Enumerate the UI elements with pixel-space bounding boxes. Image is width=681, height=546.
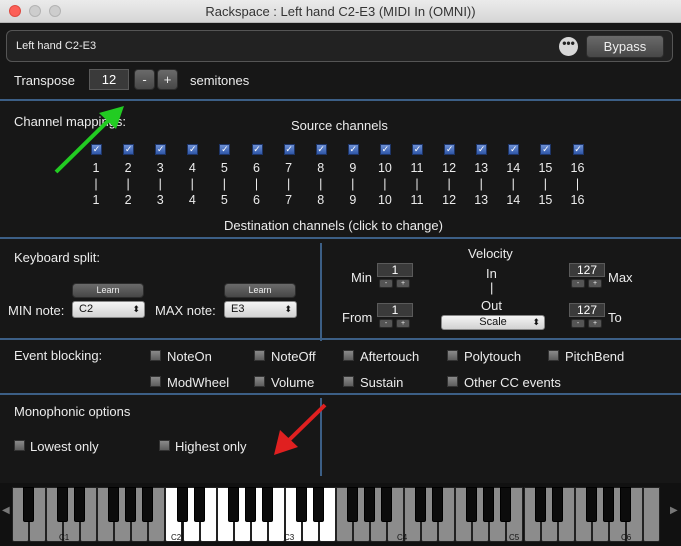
black-key[interactable] xyxy=(602,487,614,522)
black-key[interactable] xyxy=(415,487,427,522)
black-key[interactable] xyxy=(534,487,546,522)
octave-label: C1 xyxy=(59,533,70,542)
green-arrow-icon xyxy=(54,106,124,174)
black-key[interactable] xyxy=(619,487,631,522)
annotation-arrows xyxy=(54,106,327,455)
black-key[interactable] xyxy=(551,487,563,522)
black-key[interactable] xyxy=(57,487,69,522)
octave-label: C2 xyxy=(171,533,182,542)
black-key[interactable] xyxy=(295,487,307,522)
black-key[interactable] xyxy=(585,487,597,522)
black-key[interactable] xyxy=(347,487,358,522)
octave-label: C3 xyxy=(284,533,295,542)
black-key[interactable] xyxy=(364,487,376,522)
white-key[interactable] xyxy=(642,487,660,542)
black-key[interactable] xyxy=(125,487,137,522)
black-key[interactable] xyxy=(500,487,512,522)
piano-keyboard[interactable]: ◀ ▶ C1 C2 C3 C4 C5 C6 xyxy=(0,483,681,546)
red-arrow-icon xyxy=(274,403,327,455)
black-key[interactable] xyxy=(381,487,393,522)
octave-label: C5 xyxy=(509,533,520,542)
black-key[interactable] xyxy=(227,487,239,522)
black-key[interactable] xyxy=(142,487,154,522)
black-key[interactable] xyxy=(74,487,86,522)
scroll-right-icon[interactable]: ▶ xyxy=(670,505,678,516)
black-key[interactable] xyxy=(176,487,188,522)
black-key[interactable] xyxy=(261,487,273,522)
octave-label: C6 xyxy=(621,533,632,542)
black-key[interactable] xyxy=(432,487,444,522)
black-key[interactable] xyxy=(466,487,478,522)
black-key[interactable] xyxy=(483,487,495,522)
scroll-left-icon[interactable]: ◀ xyxy=(2,505,10,516)
black-key[interactable] xyxy=(312,487,324,522)
octave-label: C4 xyxy=(397,533,408,542)
black-key[interactable] xyxy=(193,487,205,522)
black-key[interactable] xyxy=(23,487,35,522)
black-key[interactable] xyxy=(244,487,256,522)
black-key[interactable] xyxy=(108,487,120,522)
